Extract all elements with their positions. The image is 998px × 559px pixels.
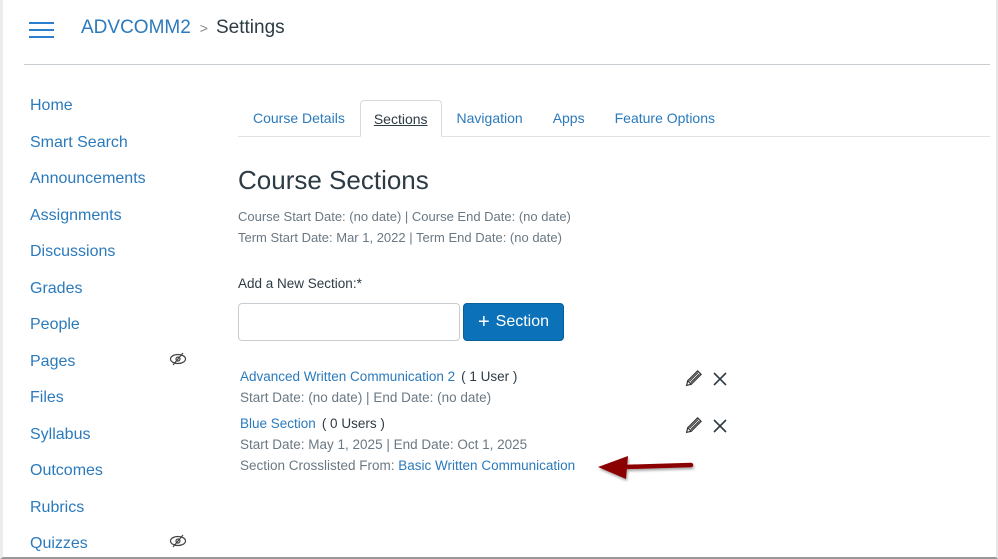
- sidebar-item-label: Files: [30, 389, 64, 407]
- sidebar-item-grades[interactable]: Grades: [30, 271, 200, 308]
- sidebar-item-label: Assignments: [30, 206, 122, 224]
- sidebar-item-label: Quizzes: [30, 535, 88, 553]
- section-dates: Start Date: May 1, 2025 | End Date: Oct …: [240, 437, 528, 452]
- plus-icon: +: [477, 311, 490, 333]
- eye-slash-icon: [169, 534, 187, 548]
- new-section-name-input[interactable]: [238, 303, 460, 341]
- crosslist-label: Section Crosslisted From:: [240, 458, 399, 473]
- sidebar-item-label: Syllabus: [30, 425, 91, 443]
- breadcrumb: ADVCOMM2 > Settings: [81, 17, 285, 39]
- sidebar-item-label: Rubrics: [30, 498, 85, 516]
- crosslist-course-link[interactable]: Basic Written Communication: [398, 458, 575, 473]
- section-name-link[interactable]: Advanced Written Communication 2: [240, 369, 455, 384]
- sidebar-item-label: People: [30, 316, 80, 334]
- tab-sections[interactable]: Sections: [359, 100, 442, 137]
- annotation-arrow-icon: [598, 456, 694, 479]
- sidebar-item-rubrics[interactable]: Rubrics: [30, 490, 200, 527]
- sidebar-item-label: Discussions: [30, 243, 116, 261]
- add-section-button-label: Section: [495, 313, 550, 330]
- breadcrumb-current: Settings: [215, 17, 285, 38]
- section-row: Blue Section ( 0 Users ) Start Date: May …: [240, 413, 575, 476]
- delete-x-icon[interactable]: [710, 416, 730, 436]
- sidebar-item-pages[interactable]: Pages: [30, 344, 200, 381]
- sidebar-item-quizzes[interactable]: Quizzes: [30, 526, 200, 559]
- section-dates: Start Date: (no date) | End Date: (no da…: [240, 390, 492, 405]
- sidebar-item-label: Outcomes: [30, 462, 103, 480]
- sidebar-item-syllabus[interactable]: Syllabus: [30, 417, 200, 454]
- course-navigation: Home Smart Search Announcements Assignme…: [30, 88, 200, 559]
- breadcrumb-course-link[interactable]: ADVCOMM2: [81, 17, 191, 39]
- settings-tabs: Course Details Sections Navigation Apps …: [238, 100, 990, 137]
- tab-feature-options[interactable]: Feature Options: [600, 100, 730, 137]
- sidebar-item-smart-search[interactable]: Smart Search: [30, 125, 200, 162]
- course-dates: Course Start Date: (no date) | Course En…: [238, 206, 571, 248]
- section-name-link[interactable]: Blue Section: [240, 416, 316, 431]
- add-section-button[interactable]: + Section: [463, 303, 564, 341]
- sidebar-item-people[interactable]: People: [30, 307, 200, 344]
- section-row: Advanced Written Communication 2 ( 1 User…: [240, 366, 517, 408]
- sidebar-item-files[interactable]: Files: [30, 380, 200, 417]
- section-crosslist-info: Section Crosslisted From: Basic Written …: [240, 455, 575, 476]
- page-header: ADVCOMM2 > Settings: [24, 0, 990, 65]
- page-title: Course Sections: [238, 165, 429, 195]
- breadcrumb-separator-icon: >: [199, 20, 208, 36]
- sidebar-item-announcements[interactable]: Announcements: [30, 161, 200, 198]
- sidebar-item-home[interactable]: Home: [30, 88, 200, 125]
- tab-apps[interactable]: Apps: [538, 100, 600, 137]
- sidebar-item-label: Grades: [30, 279, 83, 297]
- edit-pencil-icon[interactable]: [683, 369, 703, 389]
- delete-x-icon[interactable]: [710, 369, 730, 389]
- term-date-range: Term Start Date: Mar 1, 2022 | Term End …: [238, 230, 562, 245]
- hamburger-menu-icon[interactable]: [29, 20, 55, 40]
- section-user-count: ( 1 User ): [461, 369, 518, 384]
- tab-course-details[interactable]: Course Details: [238, 100, 360, 137]
- course-date-range: Course Start Date: (no date) | Course En…: [238, 209, 571, 224]
- sidebar-item-outcomes[interactable]: Outcomes: [30, 453, 200, 490]
- edit-pencil-icon[interactable]: [683, 416, 703, 436]
- sidebar-item-discussions[interactable]: Discussions: [30, 234, 200, 271]
- sidebar-item-label: Smart Search: [30, 133, 128, 151]
- sidebar-item-label: Pages: [30, 352, 76, 370]
- eye-slash-icon: [169, 352, 187, 365]
- tab-navigation[interactable]: Navigation: [442, 100, 538, 137]
- section-user-count: ( 0 Users ): [321, 416, 385, 431]
- sidebar-item-assignments[interactable]: Assignments: [30, 198, 200, 235]
- sidebar-item-label: Announcements: [30, 170, 146, 188]
- add-section-label: Add a New Section:*: [238, 276, 362, 291]
- sidebar-item-label: Home: [30, 97, 73, 115]
